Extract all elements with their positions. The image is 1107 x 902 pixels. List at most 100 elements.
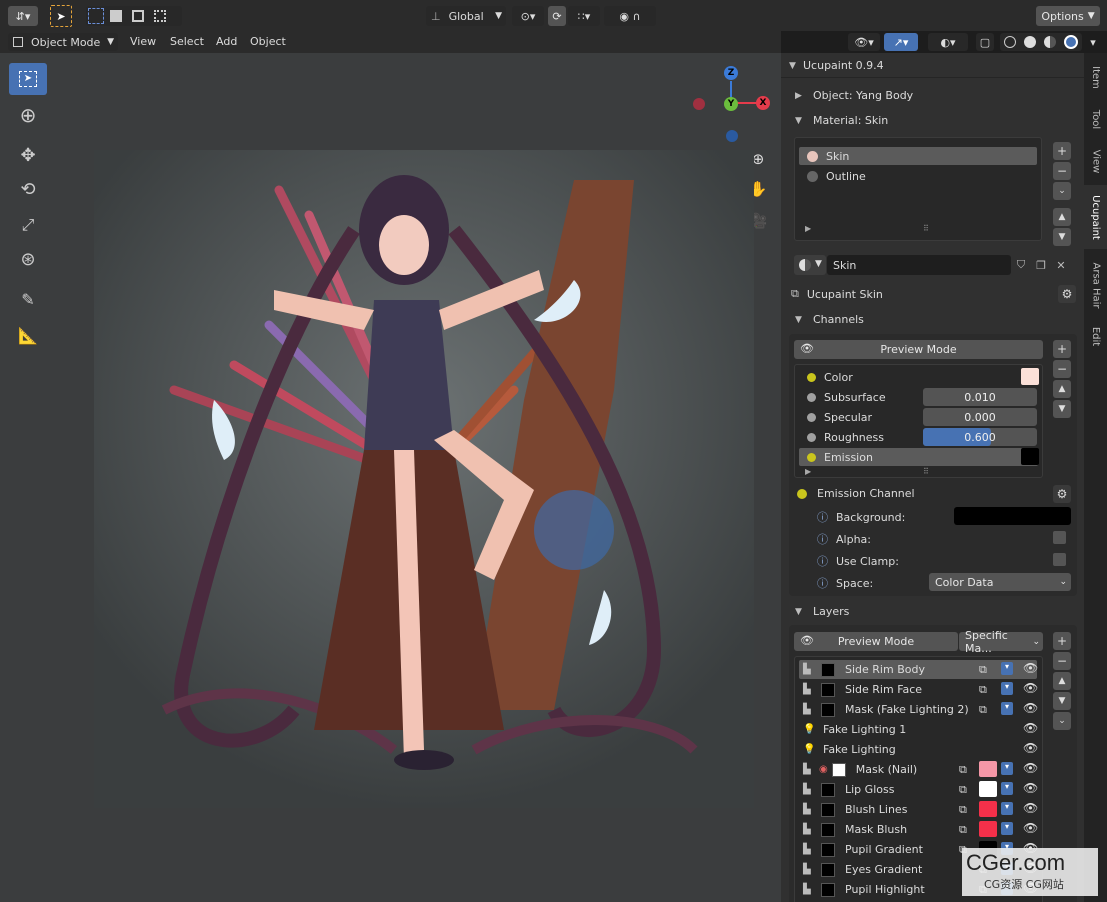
navigation-gizmo[interactable]: Z X Y bbox=[690, 63, 772, 145]
material-name-field[interactable]: Skin bbox=[827, 255, 1011, 275]
color-swatch[interactable] bbox=[1021, 368, 1039, 385]
eye-icon[interactable]: 👁 bbox=[1023, 801, 1038, 815]
shading-options-icon[interactable]: ▾ bbox=[1084, 33, 1102, 51]
material-specials-button[interactable]: ⌄ bbox=[1053, 182, 1071, 200]
selection-mode-group[interactable] bbox=[86, 6, 182, 26]
settings-gear-icon[interactable]: ⚙ bbox=[1058, 285, 1076, 303]
shield-icon[interactable]: ▾ bbox=[1001, 662, 1013, 675]
xray-toggle-icon[interactable]: ▢ bbox=[976, 33, 994, 51]
orientation-dropdown[interactable]: ⊥ Global ▼ bbox=[426, 6, 506, 26]
select-tool-icon[interactable]: ➤ bbox=[50, 5, 72, 27]
remove-channel-button[interactable]: − bbox=[1053, 360, 1071, 378]
select-extend-icon[interactable] bbox=[110, 10, 122, 22]
layer-row[interactable]: ▙ Blush Lines ⧉ ▾ 👁 bbox=[799, 800, 1038, 819]
eye-icon[interactable]: 👁 bbox=[1023, 781, 1038, 795]
menu-view[interactable]: View bbox=[130, 35, 156, 48]
material-shading-icon[interactable] bbox=[1044, 36, 1056, 48]
proportional-edit-icon[interactable]: ◉ ∩ bbox=[604, 6, 656, 26]
resize-handle-icon[interactable]: ⠿ bbox=[923, 224, 929, 233]
wireframe-shading-icon[interactable] bbox=[1004, 36, 1016, 48]
mode-dropdown[interactable]: Object Mode ▼ bbox=[8, 33, 118, 51]
shield-icon[interactable]: ▾ bbox=[1001, 802, 1013, 815]
space-dropdown[interactable]: Color Data ⌄ bbox=[929, 573, 1071, 591]
solid-shading-icon[interactable] bbox=[1024, 36, 1036, 48]
move-up-button[interactable]: ▲ bbox=[1053, 380, 1071, 398]
preview-target-dropdown[interactable]: Specific Ma... ⌄ bbox=[959, 629, 1043, 655]
layer-row[interactable]: ▙ Mask (Fake Lighting 2) ⧉ ▾ 👁 bbox=[799, 700, 1038, 719]
3d-viewport[interactable]: ➤ ⊕ ✥ ⟲ ⤢ ⊛ ✎ 📐 Z X Y ⊕ ✋ 🎥 bbox=[0, 53, 781, 902]
unlink-icon[interactable]: ✕ bbox=[1052, 256, 1070, 274]
transform-pivot-icon[interactable]: ⇵▾ bbox=[8, 6, 38, 26]
select-subtract-icon[interactable] bbox=[132, 10, 144, 22]
move-up-button[interactable]: ▲ bbox=[1053, 672, 1071, 690]
channel-row-color[interactable]: Color bbox=[799, 368, 1039, 386]
measure-tool-icon[interactable]: 📐 bbox=[9, 319, 47, 351]
material-browse-button[interactable]: ▼ bbox=[794, 255, 826, 275]
tab-arsa-hair[interactable]: Arsa Hair bbox=[1084, 253, 1107, 317]
channel-row-emission[interactable]: Emission bbox=[799, 448, 1039, 466]
z-axis-icon[interactable]: Z bbox=[724, 66, 738, 80]
channel-row-roughness[interactable]: Roughness 0.600 bbox=[799, 428, 1038, 446]
expand-icon[interactable]: ▶ bbox=[805, 224, 811, 233]
layer-color-swatch[interactable] bbox=[979, 781, 997, 797]
layer-color-swatch[interactable] bbox=[979, 801, 997, 817]
resize-handle-icon[interactable]: ⠿ bbox=[923, 467, 929, 476]
settings-gear-icon[interactable]: ⚙ bbox=[1053, 485, 1071, 503]
mask-icon[interactable]: ⧉ bbox=[959, 803, 967, 817]
shield-icon[interactable]: ▾ bbox=[1001, 762, 1013, 775]
mask-icon[interactable]: ⧉ bbox=[979, 663, 987, 677]
expand-icon[interactable]: ▶ bbox=[805, 467, 811, 476]
visibility-icon[interactable]: 👁▾ bbox=[848, 33, 880, 51]
channels-preview-button[interactable]: 👁 Preview Mode bbox=[794, 340, 1043, 359]
pivot-point-icon[interactable]: ⊙▾ bbox=[512, 6, 544, 26]
value-slider[interactable]: 0.600 bbox=[923, 428, 1037, 446]
list-item[interactable]: Skin bbox=[799, 147, 1037, 165]
select-new-icon[interactable] bbox=[88, 8, 104, 24]
add-material-button[interactable]: + bbox=[1053, 142, 1071, 160]
alpha-checkbox[interactable] bbox=[1053, 531, 1066, 544]
scale-tool-icon[interactable]: ⤢ bbox=[9, 209, 47, 241]
shield-icon[interactable]: ▾ bbox=[1001, 822, 1013, 835]
tab-edit[interactable]: Edit bbox=[1084, 319, 1107, 353]
menu-add[interactable]: Add bbox=[216, 35, 237, 48]
background-color-swatch[interactable] bbox=[954, 507, 1071, 525]
list-item[interactable]: Outline bbox=[799, 167, 1037, 185]
mask-icon[interactable]: ⧉ bbox=[959, 763, 967, 777]
channel-list[interactable]: Color Subsurface 0.010 Specular 0.000 Ro… bbox=[794, 364, 1043, 478]
y-axis-icon[interactable]: Y bbox=[724, 97, 738, 111]
annotate-tool-icon[interactable]: ✎ bbox=[9, 283, 47, 315]
gizmo-toggle-icon[interactable]: ↗▾ bbox=[884, 33, 918, 51]
snap-toggle-icon[interactable]: ⟳ bbox=[548, 6, 566, 26]
channels-header[interactable]: ▼ Channels bbox=[795, 313, 864, 326]
select-intersect-icon[interactable] bbox=[154, 10, 166, 22]
mask-icon[interactable]: ⧉ bbox=[979, 703, 987, 717]
layer-color-swatch[interactable] bbox=[979, 821, 997, 837]
options-dropdown[interactable]: Options ▼ bbox=[1036, 6, 1100, 26]
shield-icon[interactable]: ▾ bbox=[1001, 702, 1013, 715]
material-subpanel[interactable]: ▼ Material: Skin bbox=[795, 114, 888, 127]
remove-material-button[interactable]: − bbox=[1053, 162, 1071, 180]
value-slider[interactable]: 0.010 bbox=[923, 388, 1037, 406]
eye-icon[interactable]: 👁 bbox=[1023, 701, 1038, 715]
move-tool-icon[interactable]: ✥ bbox=[9, 139, 47, 171]
cursor-tool-icon[interactable]: ⊕ bbox=[9, 99, 47, 131]
neg-z-axis-icon[interactable] bbox=[726, 130, 738, 142]
rotate-tool-icon[interactable]: ⟲ bbox=[9, 173, 47, 205]
layer-row[interactable]: ▙ Lip Gloss ⧉ ▾ 👁 bbox=[799, 780, 1038, 799]
layer-row[interactable]: ▙ Mask Blush ⧉ ▾ 👁 bbox=[799, 820, 1038, 839]
layer-specials-button[interactable]: ⌄ bbox=[1053, 712, 1071, 730]
eye-icon[interactable]: 👁 bbox=[1023, 681, 1038, 695]
neg-x-axis-icon[interactable] bbox=[693, 98, 705, 110]
tab-ucupaint[interactable]: Ucupaint bbox=[1084, 185, 1107, 249]
layer-color-swatch[interactable] bbox=[979, 761, 997, 777]
layers-preview-button[interactable]: 👁 Preview Mode bbox=[794, 632, 958, 651]
x-axis-icon[interactable]: X bbox=[756, 96, 770, 110]
shading-mode-group[interactable] bbox=[1000, 33, 1082, 51]
shield-icon[interactable]: ▾ bbox=[1001, 782, 1013, 795]
value-slider[interactable]: 0.000 bbox=[923, 408, 1037, 426]
eye-icon[interactable]: 👁 bbox=[1023, 741, 1038, 755]
transform-tool-icon[interactable]: ⊛ bbox=[9, 243, 47, 275]
shield-icon[interactable]: ▾ bbox=[1001, 682, 1013, 695]
mask-icon[interactable]: ⧉ bbox=[959, 783, 967, 797]
material-list[interactable]: Skin Outline ▶ ⠿ bbox=[794, 137, 1042, 241]
